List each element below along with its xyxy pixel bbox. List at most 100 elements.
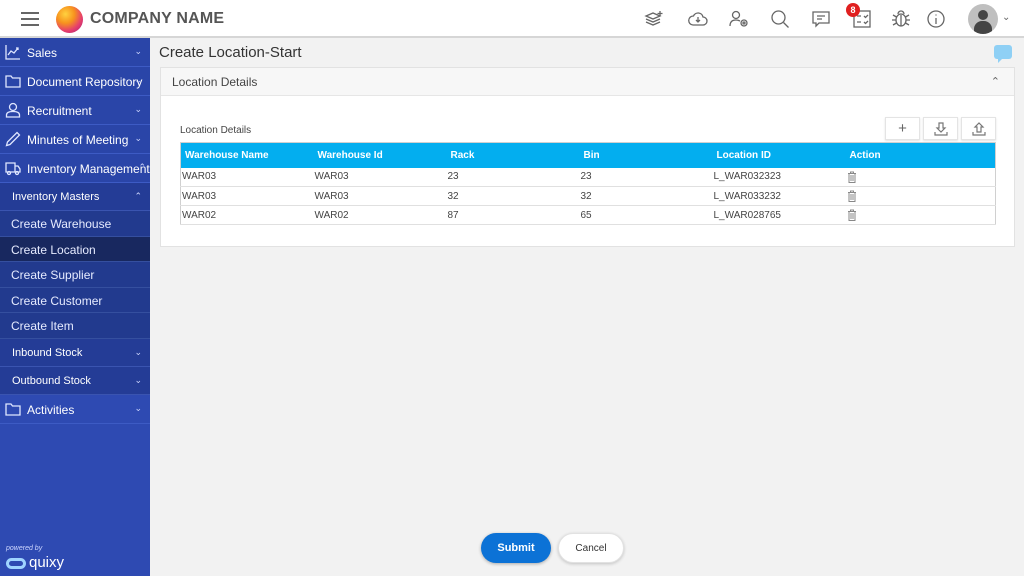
sidebar-item-inventory-management[interactable]: Inventory Management ⌃ bbox=[0, 154, 150, 183]
column-header-rack[interactable]: Rack bbox=[446, 142, 580, 168]
sidebar-item-inventory-masters[interactable]: Inventory Masters ⌃ bbox=[0, 183, 150, 211]
trash-icon bbox=[847, 171, 857, 183]
sidebar-item-label: Inventory Management bbox=[27, 162, 150, 176]
grid-header-row: Warehouse Name Warehouse Id Rack Bin Loc… bbox=[180, 142, 996, 168]
notification-badge: 8 bbox=[846, 3, 860, 17]
cell-location-id: L_WAR033232 bbox=[712, 186, 846, 206]
chevron-down-icon: ⌄ bbox=[134, 402, 142, 413]
cloud-download-icon[interactable] bbox=[688, 9, 708, 29]
sidebar-item-create-supplier[interactable]: Create Supplier bbox=[0, 262, 150, 288]
delete-row-button[interactable] bbox=[845, 186, 996, 206]
cell-rack: 23 bbox=[446, 167, 580, 187]
chevron-down-icon: ⌄ bbox=[134, 346, 142, 357]
sidebar-item-sales[interactable]: Sales ⌄ bbox=[0, 38, 150, 67]
hamburger-menu-icon[interactable] bbox=[21, 12, 39, 26]
table-row: WAR03 WAR03 32 32 L_WAR033232 bbox=[180, 186, 996, 206]
page-title: Create Location-Start bbox=[159, 44, 302, 61]
cell-warehouse-name: WAR03 bbox=[180, 167, 314, 187]
chevron-down-icon: ⌄ bbox=[134, 104, 142, 114]
delete-row-button[interactable] bbox=[845, 205, 996, 225]
sidebar-item-create-location[interactable]: Create Location bbox=[0, 236, 150, 262]
quixy-brand-text: quixy bbox=[29, 554, 65, 571]
cell-bin: 32 bbox=[579, 186, 713, 206]
powered-by-label: powered by bbox=[6, 545, 43, 552]
trash-icon bbox=[847, 209, 857, 221]
pen-icon bbox=[5, 131, 21, 147]
sidebar-item-label: Minutes of Meeting bbox=[27, 133, 129, 147]
sidebar-item-label: Create Warehouse bbox=[11, 217, 112, 231]
location-details-panel: Location Details ⌃ Location Details + Wa… bbox=[160, 67, 1015, 247]
download-icon bbox=[933, 122, 948, 136]
sidebar-item-label: Document Repository bbox=[27, 75, 143, 89]
sidebar-item-label: Inventory Masters bbox=[12, 191, 100, 203]
sidebar-item-label: Create Customer bbox=[11, 293, 103, 308]
sidebar-item-create-customer[interactable]: Create Customer bbox=[0, 287, 150, 313]
cell-warehouse-name: WAR03 bbox=[180, 186, 314, 206]
quixy-mark-icon bbox=[6, 557, 26, 569]
chevron-up-icon: ⌃ bbox=[134, 191, 142, 201]
sidebar: Sales ⌄ Document Repository ⌄ Recruitmen… bbox=[0, 38, 150, 576]
cell-rack: 87 bbox=[446, 205, 580, 225]
download-button[interactable] bbox=[923, 117, 958, 140]
sidebar-item-label: Create Supplier bbox=[11, 268, 95, 282]
sidebar-item-document-repository[interactable]: Document Repository ⌄ bbox=[0, 67, 150, 96]
sidebar-item-recruitment[interactable]: Recruitment ⌄ bbox=[0, 96, 150, 125]
company-name: COMPANY NAME bbox=[90, 10, 225, 27]
sidebar-item-create-warehouse[interactable]: Create Warehouse bbox=[0, 211, 150, 237]
user-avatar[interactable] bbox=[968, 4, 998, 34]
upload-button[interactable] bbox=[961, 117, 996, 140]
sidebar-item-label: Create Location bbox=[11, 242, 96, 257]
sidebar-item-inbound-stock[interactable]: Inbound Stock ⌄ bbox=[0, 338, 150, 367]
chevron-down-icon: ⌄ bbox=[134, 133, 142, 143]
layers-add-icon[interactable] bbox=[644, 9, 664, 29]
user-settings-icon[interactable] bbox=[729, 9, 749, 29]
sidebar-item-label: Activities bbox=[27, 402, 75, 417]
section-title: Location Details bbox=[172, 75, 258, 89]
submit-button[interactable]: Submit bbox=[481, 533, 551, 563]
user-icon bbox=[5, 102, 21, 118]
column-header-warehouse-id[interactable]: Warehouse Id bbox=[313, 142, 447, 168]
section-header[interactable]: Location Details ⌃ bbox=[161, 68, 1014, 96]
chart-icon bbox=[5, 44, 21, 60]
quixy-logo: quixy bbox=[6, 554, 65, 571]
chevron-down-icon: ⌄ bbox=[134, 75, 142, 85]
bug-icon[interactable] bbox=[891, 9, 911, 29]
company-logo bbox=[56, 6, 83, 33]
column-header-bin[interactable]: Bin bbox=[579, 142, 713, 168]
add-row-button[interactable]: + bbox=[885, 117, 920, 140]
search-icon[interactable] bbox=[770, 9, 790, 29]
column-header-warehouse-name[interactable]: Warehouse Name bbox=[180, 142, 314, 168]
chevron-up-icon[interactable]: ⌃ bbox=[991, 75, 1000, 88]
info-icon[interactable] bbox=[926, 9, 946, 29]
chat-bubble-icon[interactable] bbox=[994, 45, 1012, 63]
grid-title: Location Details bbox=[180, 125, 252, 136]
cell-rack: 32 bbox=[446, 186, 580, 206]
chat-icon[interactable] bbox=[811, 9, 831, 29]
cell-bin: 23 bbox=[579, 167, 713, 187]
sidebar-item-activities[interactable]: Activities ⌄ bbox=[0, 394, 150, 424]
cell-location-id: L_WAR032323 bbox=[712, 167, 846, 187]
location-grid: Warehouse Name Warehouse Id Rack Bin Loc… bbox=[180, 142, 996, 225]
upload-icon bbox=[971, 122, 986, 136]
column-header-location-id[interactable]: Location ID bbox=[712, 142, 846, 168]
chevron-up-icon: ⌃ bbox=[138, 162, 146, 172]
chevron-down-icon: ⌄ bbox=[134, 374, 142, 385]
sidebar-item-minutes-of-meeting[interactable]: Minutes of Meeting ⌄ bbox=[0, 125, 150, 154]
sidebar-item-label: Sales bbox=[27, 46, 58, 60]
cell-warehouse-name: WAR02 bbox=[180, 205, 314, 225]
sidebar-item-label: Inbound Stock bbox=[12, 346, 83, 359]
sidebar-item-outbound-stock[interactable]: Outbound Stock ⌄ bbox=[0, 366, 150, 395]
cell-warehouse-id: WAR02 bbox=[313, 205, 447, 225]
truck-icon bbox=[5, 160, 21, 176]
sidebar-item-create-item[interactable]: Create Item bbox=[0, 313, 150, 339]
folder-icon bbox=[5, 73, 21, 89]
sidebar-item-label: Outbound Stock bbox=[12, 374, 91, 387]
cell-warehouse-id: WAR03 bbox=[313, 186, 447, 206]
avatar-chevron-down-icon[interactable]: ⌄ bbox=[1002, 12, 1010, 23]
table-row: WAR02 WAR02 87 65 L_WAR028765 bbox=[180, 205, 996, 225]
sidebar-item-label: Recruitment bbox=[27, 104, 92, 118]
cancel-button[interactable]: Cancel bbox=[558, 533, 624, 563]
chevron-down-icon: ⌄ bbox=[134, 46, 142, 56]
delete-row-button[interactable] bbox=[845, 167, 996, 187]
cell-warehouse-id: WAR03 bbox=[313, 167, 447, 187]
